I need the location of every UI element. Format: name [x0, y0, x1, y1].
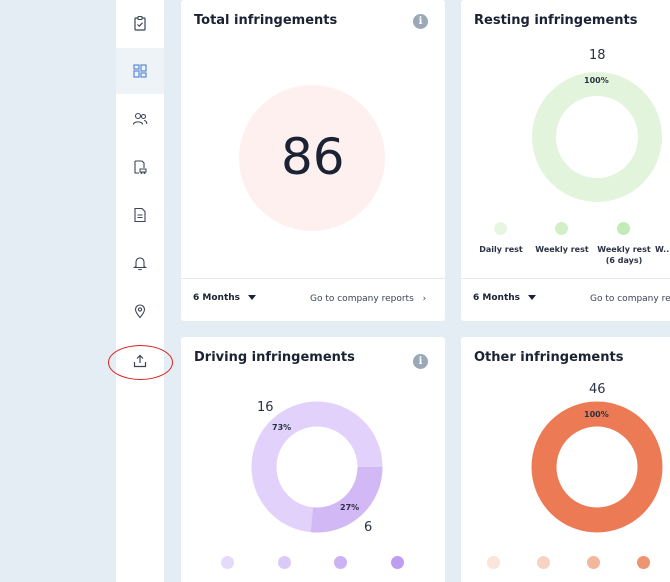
info-icon[interactable]: i — [413, 354, 428, 369]
period-dropdown[interactable]: 6 Months — [473, 293, 537, 303]
driving-donut-chart — [251, 401, 383, 533]
legend-dot — [487, 556, 500, 569]
other-value: 46 — [589, 382, 606, 397]
sidebar-item-locations[interactable] — [116, 288, 164, 334]
total-value: 86 — [281, 128, 345, 186]
driving-value-minor: 6 — [364, 520, 373, 535]
total-infringements-card: Total infringements i 86 6 Months Go to … — [181, 0, 445, 321]
chevron-down-icon — [528, 295, 537, 300]
info-icon[interactable]: i — [413, 14, 428, 29]
chevron-right-icon: › — [422, 294, 427, 304]
resting-infringements-card: Resting infringements 18 100% Daily rest… — [461, 0, 670, 321]
card-title: Other infringements — [474, 350, 624, 365]
legend-dot — [617, 222, 630, 235]
sidebar-item-upload[interactable] — [116, 338, 164, 384]
card-title: Driving infringements — [194, 350, 355, 365]
legend-dot — [391, 556, 404, 569]
sidebar-item-users[interactable] — [116, 96, 164, 142]
driving-infringements-card: Driving infringements i 16 73% 27% 6 — [181, 337, 445, 582]
users-icon — [132, 112, 148, 125]
driving-percent-minor: 27% — [340, 503, 360, 512]
upload-icon — [133, 354, 147, 368]
other-infringements-card: Other infringements 46 100% — [461, 337, 670, 582]
sidebar-item-vehicles[interactable] — [116, 144, 164, 190]
legend-label: Daily rest — [479, 245, 523, 254]
legend-label: W... co... — [655, 245, 670, 254]
clipboard-check-icon — [134, 15, 146, 31]
legend-dot — [587, 556, 600, 569]
legend-dot — [221, 556, 234, 569]
resting-donut-segment — [532, 72, 662, 202]
period-label: 6 Months — [193, 293, 241, 303]
sidebar-item-tasks[interactable] — [116, 0, 164, 46]
vehicle-document-icon — [134, 160, 147, 174]
legend-dot — [334, 556, 347, 569]
card-title: Total infringements — [194, 13, 338, 28]
legend-label: Weekly rest — [535, 245, 589, 254]
company-reports-link[interactable]: Go to company re — [590, 294, 670, 304]
card-footer: 6 Months Go to company reports › — [181, 278, 445, 321]
driving-donut-segment-minor — [310, 466, 383, 533]
card-title: Resting infringements — [474, 13, 638, 28]
resting-percent-label: 100% — [584, 76, 609, 85]
period-dropdown[interactable]: 6 Months — [193, 293, 257, 303]
legend-dot — [278, 556, 291, 569]
period-label: 6 Months — [473, 293, 521, 303]
legend-dot — [637, 556, 650, 569]
company-reports-link[interactable]: Go to company reports › — [310, 294, 426, 304]
card-footer: 6 Months Go to company re — [461, 278, 670, 321]
other-donut-segment — [531, 401, 663, 533]
other-percent-label: 100% — [584, 410, 609, 419]
dashboard-grid-icon — [133, 64, 147, 78]
other-donut-chart — [531, 401, 663, 533]
sidebar — [116, 0, 164, 582]
legend-dot — [537, 556, 550, 569]
legend-label: Weekly rest (6 days) — [597, 245, 651, 265]
sidebar-item-notifications[interactable] — [116, 240, 164, 286]
bell-icon — [132, 257, 148, 271]
document-icon — [134, 207, 146, 223]
legend-dot — [494, 222, 507, 235]
driving-percent-major: 73% — [272, 423, 292, 432]
sidebar-item-dashboard[interactable] — [116, 48, 164, 94]
legend-dot — [555, 222, 568, 235]
resting-donut-chart — [532, 72, 662, 202]
location-pin-icon — [134, 304, 146, 319]
chevron-down-icon — [248, 295, 257, 300]
company-reports-label: Go to company reports — [310, 294, 414, 304]
sidebar-item-documents[interactable] — [116, 192, 164, 238]
